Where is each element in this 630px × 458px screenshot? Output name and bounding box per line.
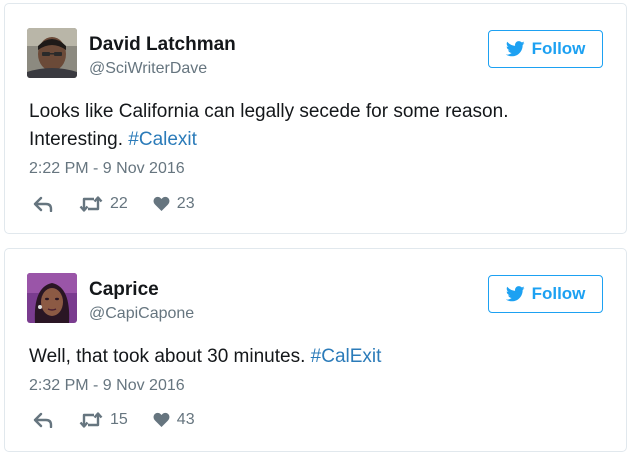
display-name[interactable]: David Latchman xyxy=(89,34,236,56)
reply-icon xyxy=(33,196,53,212)
retweet-icon xyxy=(79,196,103,212)
heart-icon xyxy=(153,196,170,211)
tweet-actions: 22 23 xyxy=(33,195,195,213)
retweet-count: 15 xyxy=(110,411,128,428)
follow-button[interactable]: Follow xyxy=(488,275,603,313)
retweet-button[interactable]: 22 xyxy=(79,195,128,213)
tweet-actions: 15 43 xyxy=(33,411,195,429)
user-handle[interactable]: @SciWriterDave xyxy=(89,60,207,78)
like-button[interactable]: 43 xyxy=(153,411,195,429)
reply-button[interactable] xyxy=(33,196,53,212)
retweet-button[interactable]: 15 xyxy=(79,411,128,429)
hashtag-link[interactable]: #CalExit xyxy=(311,346,382,367)
like-count: 43 xyxy=(176,411,195,428)
follow-button[interactable]: Follow xyxy=(488,30,603,68)
avatar[interactable] xyxy=(27,28,77,78)
tweet-card: David Latchman @SciWriterDave Follow Loo… xyxy=(4,3,627,234)
tweet-text-line: Interesting. #Calexit xyxy=(29,126,609,154)
timestamp[interactable]: 2:22 PM - 9 Nov 2016 xyxy=(29,160,185,178)
tweet-card: Caprice @CapiCapone Follow Well, that to… xyxy=(4,248,627,452)
hashtag-link[interactable]: #Calexit xyxy=(128,129,197,150)
tweet-text-line: Looks like California can legally secede… xyxy=(29,101,509,122)
tweet-text-segment: Well, that took about 30 minutes. xyxy=(29,346,306,367)
like-count: 23 xyxy=(176,195,195,212)
tweet-text: Looks like California can legally secede… xyxy=(29,98,609,154)
follow-label: Follow xyxy=(531,284,586,303)
retweet-icon xyxy=(79,412,103,428)
avatar[interactable] xyxy=(27,273,77,323)
heart-icon xyxy=(153,412,170,427)
display-name[interactable]: Caprice xyxy=(89,279,159,301)
tweet-text-segment: Interesting. xyxy=(29,129,123,150)
timestamp[interactable]: 2:32 PM - 9 Nov 2016 xyxy=(29,377,185,395)
reply-button[interactable] xyxy=(33,412,53,428)
twitter-bird-icon xyxy=(505,41,525,57)
reply-icon xyxy=(33,412,53,428)
tweet-feed: David Latchman @SciWriterDave Follow Loo… xyxy=(0,0,630,458)
follow-label: Follow xyxy=(531,39,586,58)
retweet-count: 22 xyxy=(110,195,128,212)
user-handle[interactable]: @CapiCapone xyxy=(89,305,194,323)
twitter-bird-icon xyxy=(505,286,525,302)
tweet-text: Well, that took about 30 minutes. #CalEx… xyxy=(29,343,609,371)
like-button[interactable]: 23 xyxy=(153,195,195,213)
